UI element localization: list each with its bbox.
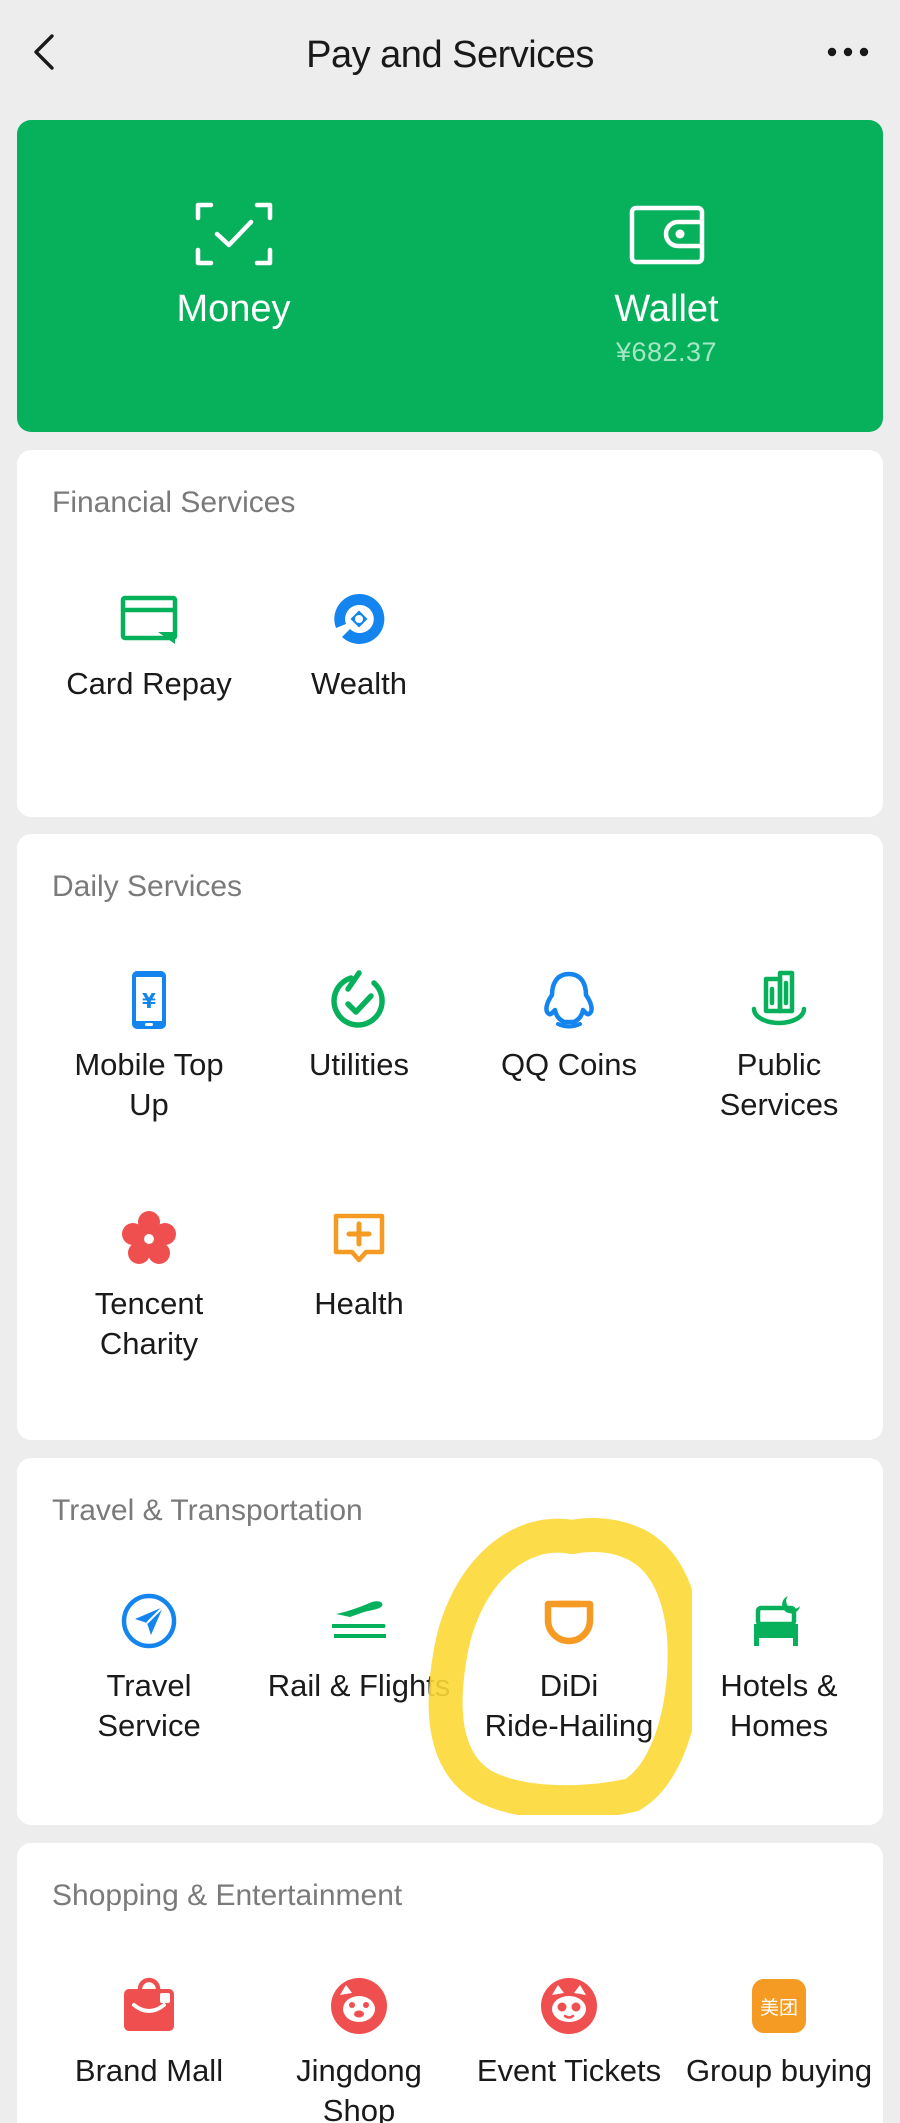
top-bar: Pay and Services: [0, 0, 900, 110]
public-services-label: Public Services: [719, 1047, 839, 1122]
card-repay-button[interactable]: Card Repay: [44, 588, 254, 704]
utilities-label: Utilities: [309, 1047, 409, 1082]
travel-compass-icon: [121, 1593, 177, 1649]
jingdong-shop-button[interactable]: Jingdong Shop: [254, 1975, 464, 2123]
more-dots-icon: [827, 47, 869, 57]
wallet-label: Wallet: [614, 288, 719, 330]
section-title: Financial Services: [52, 486, 296, 519]
scan-check-icon: [195, 202, 272, 266]
charity-flower-icon: [122, 1211, 176, 1264]
more-options-button[interactable]: [818, 30, 878, 74]
financial-services-section: Financial Services Card Repay Wealth: [17, 450, 883, 817]
rail-flights-label: Rail & Flights: [267, 1668, 451, 1703]
jingdong-icon: [331, 1978, 387, 2034]
public-services-button[interactable]: Public Services: [674, 969, 884, 1125]
travel-service-label: Travel Service: [97, 1668, 201, 1743]
tencent-charity-label: Tencent Charity: [94, 1286, 204, 1361]
rail-flights-icon: [332, 1601, 386, 1638]
brand-mall-label: Brand Mall: [74, 2053, 224, 2088]
health-label: Health: [314, 1286, 404, 1321]
event-tickets-icon: [541, 1978, 597, 2034]
wealth-button[interactable]: Wealth: [254, 588, 464, 704]
section-title: Shopping & Entertainment: [52, 1879, 403, 1912]
group-buying-label: Group buying: [685, 2053, 873, 2088]
didi-ride-hailing-button[interactable]: DiDi Ride-Hailing: [464, 1590, 674, 1746]
brand-mall-icon: [124, 1977, 174, 2031]
wallet-button[interactable]: Wallet ¥682.37: [450, 120, 883, 432]
hotels-homes-button[interactable]: Hotels & Homes: [674, 1590, 884, 1746]
mobile-top-up-label: Mobile Top Up: [74, 1047, 224, 1122]
money-label: Money: [176, 288, 291, 330]
health-icon: [333, 1213, 385, 1263]
qq-coins-button[interactable]: QQ Coins: [464, 969, 674, 1085]
mobile-top-up-button[interactable]: ¥ Mobile Top Up: [44, 969, 254, 1125]
chevron-left-icon: [34, 34, 54, 70]
group-buying-button[interactable]: 美团 Group buying: [674, 1975, 884, 2091]
event-tickets-label: Event Tickets: [476, 2053, 662, 2088]
section-title: Daily Services: [52, 870, 243, 903]
didi-icon: [544, 1600, 594, 1645]
mobile-topup-icon: ¥: [132, 971, 166, 1029]
qq-coins-icon: [544, 971, 594, 1029]
rail-flights-button[interactable]: Rail & Flights: [254, 1590, 464, 1706]
daily-services-section: Daily Services ¥ Mobile Top Up Utilities…: [17, 834, 883, 1440]
back-button[interactable]: [24, 26, 64, 78]
card-repay-icon: [120, 595, 178, 644]
group-buying-icon: 美团: [752, 1979, 806, 2033]
utilities-icon: [331, 970, 385, 1028]
hotel-bed-icon: [754, 1596, 800, 1646]
wealth-icon: [334, 593, 385, 644]
didi-ride-hailing-label: DiDi Ride-Hailing: [484, 1668, 654, 1743]
event-tickets-button[interactable]: Event Tickets: [464, 1975, 674, 2091]
svg-text:¥: ¥: [142, 989, 156, 1013]
jingdong-shop-label: Jingdong Shop: [296, 2053, 422, 2123]
page-title: Pay and Services: [306, 33, 594, 76]
brand-mall-button[interactable]: Brand Mall: [44, 1975, 254, 2091]
travel-section: Travel & Transportation Travel Service R…: [17, 1458, 883, 1825]
wealth-label: Wealth: [311, 666, 407, 701]
card-repay-label: Card Repay: [66, 666, 232, 701]
tencent-charity-button[interactable]: Tencent Charity: [44, 1208, 254, 1364]
group-buying-logo-text: 美团: [760, 1997, 798, 2019]
shopping-section: Shopping & Entertainment Brand Mall Jing…: [17, 1843, 883, 2123]
wallet-balance: ¥682.37: [615, 337, 718, 367]
hotels-homes-label: Hotels & Homes: [720, 1668, 838, 1743]
health-button[interactable]: Health: [254, 1208, 464, 1324]
section-title: Travel & Transportation: [52, 1494, 363, 1527]
public-services-icon: [751, 970, 807, 1026]
travel-service-button[interactable]: Travel Service: [44, 1590, 254, 1746]
wallet-icon: [629, 205, 704, 265]
utilities-button[interactable]: Utilities: [254, 969, 464, 1085]
pay-card: Money Wallet ¥682.37: [17, 120, 883, 432]
qq-coins-label: QQ Coins: [500, 1047, 638, 1082]
money-button[interactable]: Money: [17, 120, 450, 432]
